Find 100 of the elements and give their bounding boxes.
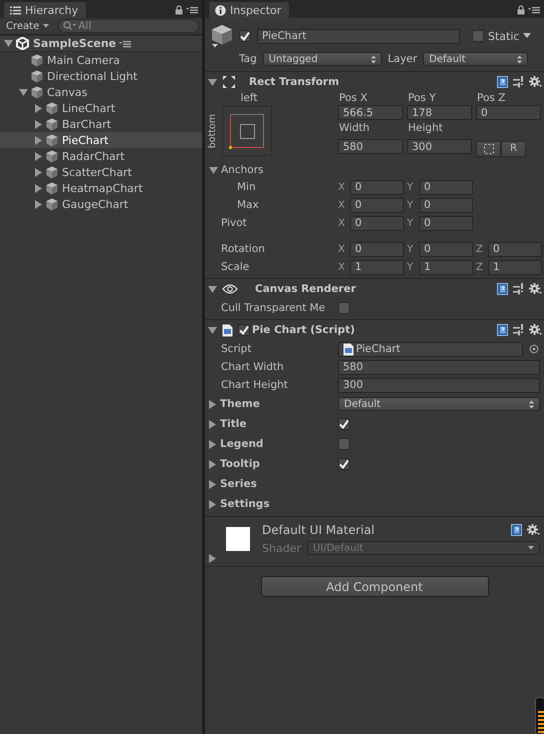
expand-arrow-icon[interactable] — [208, 400, 217, 408]
help-book-icon[interactable] — [497, 76, 508, 88]
expand-arrow-icon[interactable] — [34, 184, 43, 192]
number-field[interactable]: 580 — [338, 139, 403, 154]
number-field[interactable]: 178 — [407, 105, 472, 120]
tree-item[interactable]: PieChart — [0, 132, 202, 148]
foldout-label[interactable]: Tooltip — [220, 458, 335, 470]
foldout-label[interactable]: Legend — [220, 438, 335, 450]
cube-icon — [211, 24, 233, 48]
active-checkbox[interactable] — [239, 30, 251, 42]
sliders-icon[interactable] — [513, 283, 524, 295]
tree-item[interactable]: RadarChart — [0, 148, 202, 164]
component-header[interactable]: Pie Chart (Script) — [205, 320, 544, 340]
number-field[interactable]: 1 — [350, 260, 404, 274]
gear-icon[interactable] — [529, 76, 542, 88]
number-field[interactable]: 300 — [338, 378, 540, 392]
collapse-arrow-icon[interactable] — [208, 284, 217, 294]
static-checkbox[interactable] — [472, 30, 484, 42]
checkbox[interactable] — [338, 458, 350, 470]
gear-icon[interactable] — [527, 524, 540, 536]
tree-item[interactable]: Canvas — [0, 84, 202, 100]
inspector-tab[interactable]: Inspector — [208, 1, 290, 18]
anchor-preset-button[interactable] — [222, 106, 272, 156]
checkbox[interactable] — [338, 302, 350, 314]
expand-arrow-icon[interactable] — [208, 460, 217, 468]
help-book-icon[interactable] — [497, 324, 508, 336]
theme-dropdown[interactable]: Default — [338, 397, 540, 411]
search-field[interactable]: All — [58, 19, 199, 33]
checkbox[interactable] — [338, 438, 350, 450]
expand-arrow-icon[interactable] — [208, 500, 217, 508]
number-field[interactable]: 566.5 — [338, 105, 403, 120]
layer-dropdown[interactable]: Default — [423, 52, 528, 66]
collapse-arrow-icon[interactable] — [208, 78, 217, 86]
number-field[interactable]: 0 — [419, 198, 473, 212]
lock-icon[interactable] — [517, 4, 525, 14]
gear-icon[interactable] — [529, 324, 542, 336]
sliders-icon[interactable] — [513, 324, 524, 336]
foldout-label[interactable]: Settings — [220, 498, 335, 510]
number-field[interactable]: 0 — [419, 180, 473, 194]
enabled-checkbox[interactable] — [238, 324, 250, 336]
gear-icon[interactable] — [529, 283, 542, 295]
blueprint-mode-button[interactable] — [476, 140, 501, 157]
scene-row[interactable]: SampleScene — [0, 35, 202, 52]
checkbox[interactable] — [338, 418, 350, 430]
collapse-arrow-icon[interactable] — [19, 88, 28, 96]
number-field[interactable]: 0 — [350, 180, 404, 194]
lock-icon[interactable] — [175, 4, 183, 14]
expand-arrow-icon[interactable] — [208, 440, 217, 448]
number-field[interactable]: 0 — [488, 242, 542, 256]
help-book-icon[interactable] — [497, 283, 508, 295]
expand-arrow-icon[interactable] — [208, 554, 217, 563]
collapse-arrow-icon[interactable] — [209, 166, 218, 174]
help-book-icon[interactable] — [511, 524, 522, 536]
number-field[interactable]: 1 — [488, 260, 542, 274]
tree-item[interactable]: BarChart — [0, 116, 202, 132]
menu-icon[interactable] — [186, 6, 198, 14]
menu-icon[interactable] — [119, 40, 132, 48]
expand-arrow-icon[interactable] — [208, 480, 217, 488]
number-field[interactable]: 1 — [419, 260, 473, 274]
tree-item[interactable]: LineChart — [0, 100, 202, 116]
expand-arrow-icon[interactable] — [34, 168, 43, 176]
number-field[interactable]: 0 — [350, 198, 404, 212]
component-header[interactable]: Canvas Renderer — [205, 279, 544, 299]
menu-icon[interactable] — [528, 6, 540, 14]
expand-arrow-icon[interactable] — [34, 120, 43, 128]
foldout-label[interactable]: Anchors — [221, 164, 264, 176]
tree-item[interactable]: ScatterChart — [0, 164, 202, 180]
number-field[interactable]: 0 — [350, 242, 404, 256]
tree-item[interactable]: GaugeChart — [0, 196, 202, 212]
sliders-icon[interactable] — [513, 76, 524, 88]
expand-arrow-icon[interactable] — [208, 420, 217, 428]
add-component-button[interactable]: Add Component — [260, 576, 488, 597]
expand-arrow-icon[interactable] — [34, 136, 43, 144]
collapse-arrow-icon[interactable] — [208, 326, 217, 334]
object-field[interactable]: PieChart — [338, 342, 523, 356]
name-field[interactable]: PieChart — [257, 28, 460, 44]
number-field[interactable]: 0 — [350, 216, 404, 230]
component-header[interactable]: Rect Transform — [205, 72, 544, 92]
script-file-icon — [343, 342, 354, 356]
number-field[interactable]: 0 — [476, 105, 541, 120]
create-dropdown[interactable]: Create — [3, 18, 52, 34]
foldout-label[interactable]: Title — [220, 418, 335, 430]
number-field[interactable]: 0 — [419, 242, 473, 256]
raw-edit-button[interactable]: R — [501, 140, 526, 157]
expand-arrow-icon[interactable] — [34, 104, 43, 112]
tree-item[interactable]: HeatmapChart — [0, 180, 202, 196]
foldout-label[interactable]: Theme — [220, 398, 335, 410]
hierarchy-tab[interactable]: Hierarchy — [3, 1, 88, 18]
tree-item[interactable]: Directional Light — [0, 68, 202, 84]
number-field[interactable]: 580 — [338, 360, 540, 374]
target-icon[interactable] — [529, 344, 539, 354]
tag-dropdown[interactable]: Untagged — [262, 52, 382, 66]
script-file-icon — [222, 324, 233, 336]
expand-arrow-icon[interactable] — [34, 200, 43, 208]
tree-item[interactable]: Main Camera — [0, 52, 202, 68]
number-field[interactable]: 0 — [419, 216, 473, 230]
expand-arrow-icon[interactable] — [34, 152, 43, 160]
collapse-arrow-icon[interactable] — [4, 39, 13, 48]
number-field[interactable]: 300 — [407, 139, 472, 154]
foldout-label[interactable]: Series — [220, 478, 335, 490]
